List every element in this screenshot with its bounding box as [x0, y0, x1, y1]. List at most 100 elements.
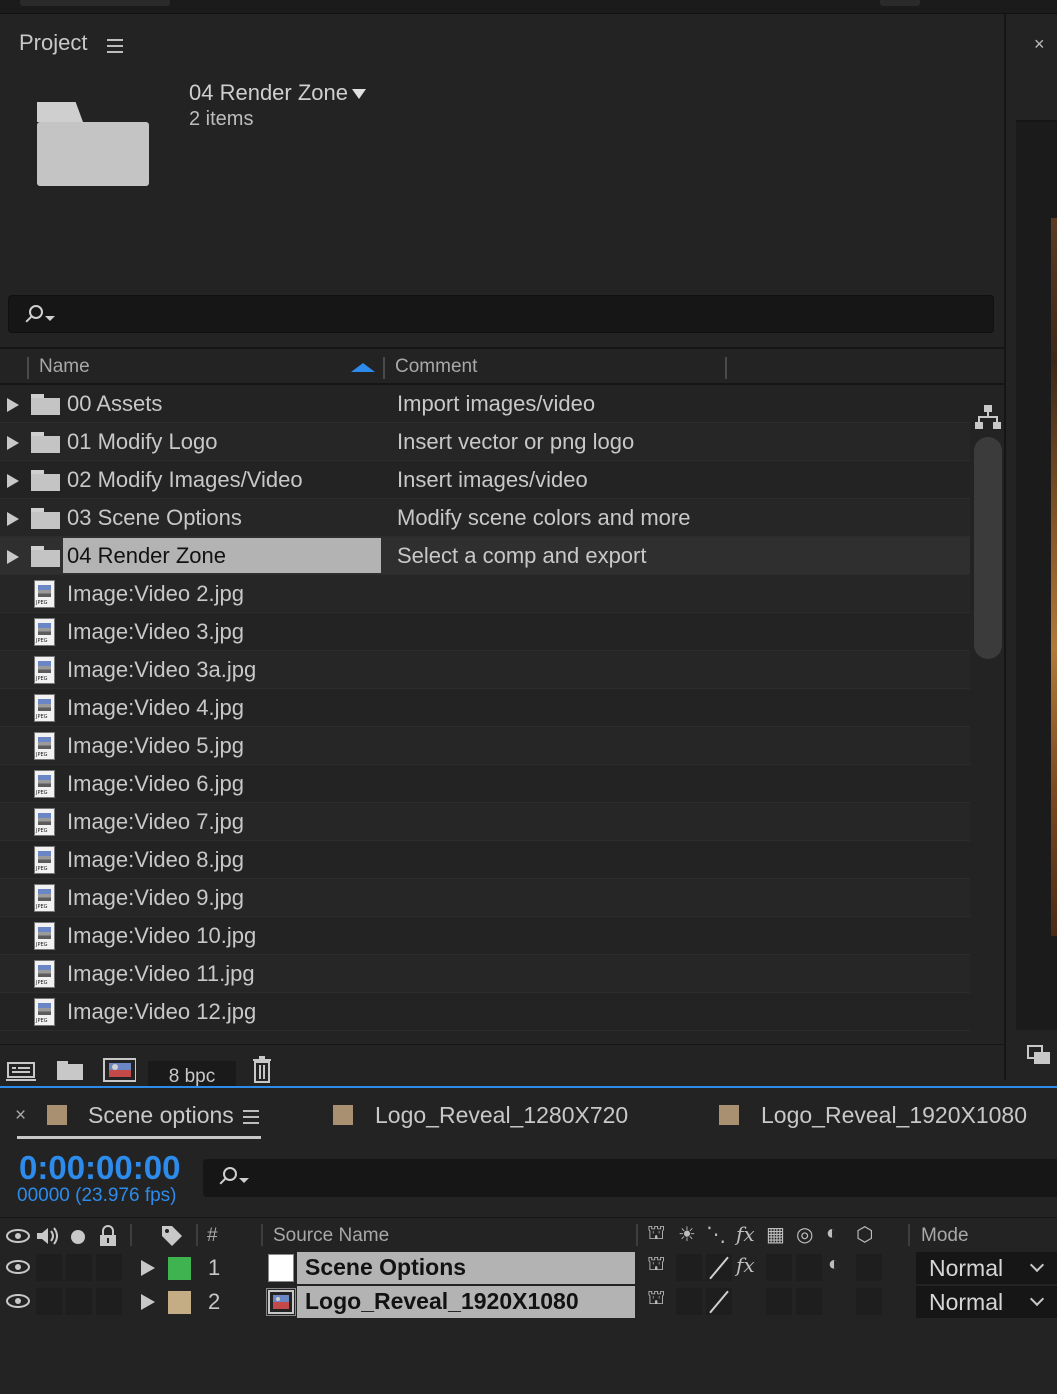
trash-icon[interactable] — [248, 1055, 282, 1083]
chevron-down-icon[interactable] — [1029, 1291, 1045, 1307]
blend-mode-select[interactable]: Normal — [916, 1286, 1057, 1318]
file-row[interactable]: JPEG Image:Video 3.jpg — [0, 613, 970, 651]
layer-number: 1 — [208, 1255, 221, 1280]
project-search-input[interactable] — [8, 295, 994, 333]
quality-switch[interactable] — [706, 1254, 732, 1281]
visibility-eye-icon[interactable] — [6, 1259, 30, 1275]
solo-switch[interactable] — [66, 1254, 92, 1281]
scrollbar-thumb[interactable] — [974, 437, 1002, 659]
quality-switch[interactable] — [706, 1288, 732, 1315]
adjustment-layer-icon[interactable]: ◐ — [826, 1222, 838, 1245]
file-row[interactable]: JPEG Image:Video 12.jpg — [0, 993, 970, 1031]
effects-icon[interactable]: fx — [736, 1222, 755, 1246]
file-row[interactable]: JPEG Image:Video 6.jpg — [0, 765, 970, 803]
3d-switch[interactable] — [856, 1254, 882, 1281]
lock-switch[interactable] — [96, 1254, 122, 1281]
file-row[interactable]: JPEG Image:Video 2.jpg — [0, 575, 970, 613]
layer-name[interactable]: Scene Options — [305, 1254, 466, 1281]
lock-icon[interactable] — [98, 1225, 118, 1252]
new-folder-icon[interactable] — [54, 1055, 88, 1083]
close-icon[interactable]: × — [1034, 34, 1045, 55]
expand-triangle-icon[interactable] — [7, 550, 19, 564]
visibility-eye-icon[interactable] — [6, 1293, 30, 1309]
file-row[interactable]: JPEG Image:Video 11.jpg — [0, 955, 970, 993]
collapse-switch[interactable] — [676, 1254, 702, 1281]
current-time-display[interactable]: 0:00:00:00 — [19, 1149, 180, 1187]
file-row[interactable]: JPEG Image:Video 5.jpg — [0, 727, 970, 765]
interpret-footage-icon[interactable] — [4, 1055, 38, 1083]
folder-row[interactable]: 04 Render Zone Select a comp and export — [0, 537, 970, 575]
shy-switch-icon[interactable]: ⛫ — [647, 1253, 665, 1278]
expand-triangle-icon[interactable] — [7, 512, 19, 526]
folder-row[interactable]: 01 Modify Logo Insert vector or png logo — [0, 423, 970, 461]
panel-menu-icon[interactable] — [243, 1110, 259, 1124]
frame-blend-switch[interactable] — [766, 1254, 792, 1281]
list-scrollbar[interactable] — [972, 435, 1004, 1044]
expand-triangle-icon[interactable] — [7, 398, 19, 412]
tab-logo-reveal-1920[interactable]: Logo_Reveal_1920X1080 — [761, 1102, 1027, 1129]
adjustment-switch-icon[interactable]: ◐ — [828, 1253, 840, 1276]
shy-switch-icon[interactable]: ⛫ — [647, 1287, 665, 1312]
folder-row[interactable]: 00 Assets Import images/video — [0, 385, 970, 423]
column-comment-header[interactable]: Comment — [395, 356, 477, 378]
audio-icon[interactable] — [35, 1226, 61, 1251]
3d-layer-icon[interactable]: ⬡ — [856, 1222, 873, 1247]
audio-switch[interactable] — [36, 1288, 62, 1315]
eye-icon[interactable] — [6, 1228, 30, 1249]
dropdown-caret-icon[interactable] — [352, 89, 366, 100]
file-row[interactable]: JPEG Image:Video 10.jpg — [0, 917, 970, 955]
new-composition-icon[interactable] — [102, 1055, 137, 1083]
file-row[interactable]: JPEG Image:Video 4.jpg — [0, 689, 970, 727]
blend-mode-select[interactable]: Normal — [916, 1252, 1057, 1284]
chevron-down-icon[interactable] — [1029, 1257, 1045, 1273]
solid-thumbnail-icon — [268, 1254, 294, 1282]
file-row[interactable]: JPEG Image:Video 3a.jpg — [0, 651, 970, 689]
timeline-search-input[interactable] — [203, 1159, 1057, 1197]
expand-triangle-icon[interactable] — [7, 474, 19, 488]
folder-row[interactable]: 02 Modify Images/Video Insert images/vide… — [0, 461, 970, 499]
close-tab-icon[interactable]: × — [15, 1105, 26, 1127]
frame-blend-icon[interactable]: ▦ — [766, 1222, 785, 1247]
layer-row[interactable]: 1 Scene Options ⛫ fx ◐ Normal — [0, 1251, 1057, 1284]
lock-switch[interactable] — [96, 1288, 122, 1315]
solo-icon[interactable] — [71, 1230, 85, 1244]
file-row[interactable]: JPEG Image:Video 9.jpg — [0, 879, 970, 917]
expand-layer-icon[interactable] — [141, 1260, 155, 1276]
label-tag-icon[interactable] — [160, 1224, 184, 1253]
motion-blur-switch[interactable] — [796, 1254, 822, 1281]
column-name-header[interactable]: Name — [39, 356, 90, 378]
audio-switch[interactable] — [36, 1254, 62, 1281]
shy-icon[interactable]: ⛫ — [647, 1222, 665, 1247]
expand-triangle-icon[interactable] — [7, 436, 19, 450]
file-row[interactable]: JPEG Image:Video 7.jpg — [0, 803, 970, 841]
flowchart-icon[interactable] — [975, 405, 1001, 431]
panel-menu-icon[interactable] — [107, 39, 123, 53]
3d-switch[interactable] — [856, 1288, 882, 1315]
solo-switch[interactable] — [66, 1288, 92, 1315]
quality-icon[interactable]: ⋱ — [706, 1222, 726, 1247]
source-name-header[interactable]: Source Name — [273, 1225, 389, 1247]
label-color-box[interactable] — [168, 1257, 191, 1280]
motion-blur-icon[interactable]: ◎ — [796, 1222, 813, 1247]
motion-blur-switch[interactable] — [796, 1288, 822, 1315]
search-icon[interactable] — [23, 304, 55, 330]
folder-row[interactable]: 03 Scene Options Modify scene colors and … — [0, 499, 970, 537]
tab-scene-options[interactable]: Scene options — [88, 1102, 234, 1129]
tab-logo-reveal-1280[interactable]: Logo_Reveal_1280X720 — [375, 1102, 628, 1129]
item-name: Image:Video 11.jpg — [67, 961, 255, 986]
layer-name[interactable]: Logo_Reveal_1920X1080 — [305, 1288, 579, 1315]
expand-layer-icon[interactable] — [141, 1294, 155, 1310]
file-row[interactable]: JPEG Image:Video 8.jpg — [0, 841, 970, 879]
layer-row[interactable]: 2 Logo_Reveal_1920X1080 ⛫ Normal — [0, 1285, 1057, 1318]
folder-icon — [31, 546, 60, 567]
label-color-box[interactable] — [168, 1291, 191, 1314]
collapse-switch[interactable] — [676, 1288, 702, 1315]
item-name: Image:Video 2.jpg — [67, 581, 244, 606]
effects-switch-icon[interactable]: fx — [736, 1253, 755, 1277]
search-icon[interactable] — [217, 1166, 249, 1192]
collapse-icon[interactable]: ☀ — [678, 1222, 696, 1247]
selected-item-name[interactable]: 04 Render Zone — [189, 80, 366, 106]
layers-icon[interactable] — [1026, 1044, 1052, 1066]
frame-blend-switch[interactable] — [766, 1288, 792, 1315]
sort-ascending-icon[interactable] — [351, 363, 375, 372]
